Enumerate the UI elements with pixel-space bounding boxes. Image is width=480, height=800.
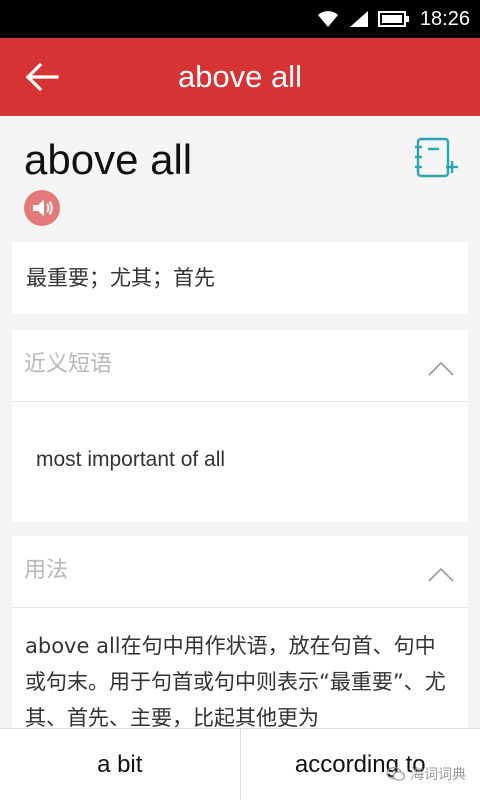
- synonym-item[interactable]: most important of all: [36, 448, 225, 472]
- pronounce-button[interactable]: [24, 190, 60, 226]
- watermark: 海词词典: [386, 764, 466, 784]
- wechat-icon: [386, 766, 406, 781]
- usage-section-header[interactable]: 用法: [12, 536, 468, 608]
- app-bar-title: above all: [177, 59, 303, 94]
- arrow-left-icon: [25, 63, 59, 91]
- synonyms-card: 近义短语 most important of all: [12, 330, 468, 522]
- signal-icon: [349, 11, 368, 27]
- previous-word-button[interactable]: a bit: [0, 729, 241, 800]
- usage-card: 用法 above all在句中用作状语，放在句首、句中或句末。用于句首或句中则表…: [12, 536, 468, 728]
- synonyms-section-title: 近义短语: [24, 352, 113, 377]
- synonyms-section-header[interactable]: 近义短语: [12, 330, 468, 402]
- headword: above all: [24, 136, 193, 183]
- chevron-up-icon: [428, 567, 454, 582]
- wifi-icon: [317, 11, 338, 27]
- meaning-card: 最重要；尤其；首先: [12, 242, 468, 314]
- word-detail-content[interactable]: above all 最重要；尤其；首先 近义短语 most important …: [0, 116, 480, 728]
- speaker-icon: [33, 200, 53, 216]
- usage-section-title: 用法: [24, 558, 69, 583]
- watermark-text: 海词词典: [410, 767, 466, 783]
- meaning-text: 最重要；尤其；首先: [26, 266, 215, 290]
- usage-text: above all在句中用作状语，放在句首、句中或句末。用于句首或句中则表示“最…: [25, 634, 446, 728]
- status-time: 18:26: [419, 7, 470, 30]
- back-button[interactable]: [22, 57, 62, 97]
- chevron-up-icon: [428, 361, 454, 376]
- add-to-wordbook-button[interactable]: [412, 136, 460, 180]
- notebook-add-icon: [415, 137, 458, 178]
- app-bar: above all: [0, 38, 480, 116]
- status-icons: 18:26: [316, 5, 470, 33]
- status-bar: 18:26: [0, 0, 480, 38]
- battery-icon: [377, 11, 409, 27]
